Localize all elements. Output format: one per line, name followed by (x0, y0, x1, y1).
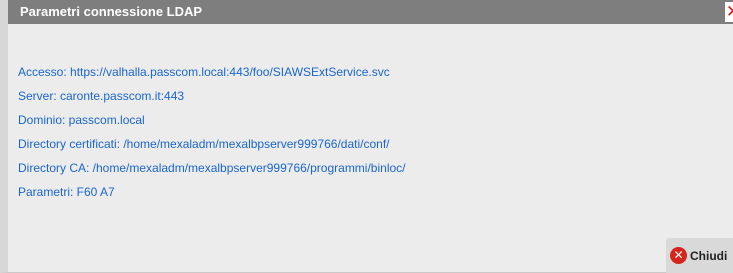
close-button[interactable]: ✕ Chiudi (666, 238, 733, 273)
close-button-label: Chiudi (690, 248, 728, 263)
info-access: Accesso: https://valhalla.passcom.local:… (18, 65, 390, 79)
info-ca-directory: Directory CA: /home/mexaladm/mexalbpserv… (18, 161, 406, 175)
info-domain: Dominio: passcom.local (18, 113, 145, 127)
close-circle-icon: ✕ (670, 247, 687, 264)
ldap-dialog: Parametri connessione LDAP ✕ Accesso: ht… (0, 0, 733, 273)
close-x-icon[interactable]: ✕ (725, 2, 733, 22)
window-title: Parametri connessione LDAP (20, 4, 203, 19)
title-bar: Parametri connessione LDAP ✕ (8, 0, 733, 24)
info-server: Server: caronte.passcom.it:443 (18, 89, 185, 103)
info-cert-directory: Directory certificati: /home/mexaladm/me… (18, 137, 390, 151)
info-parameters: Parametri: F60 A7 (18, 185, 115, 199)
connection-info: Accesso: https://valhalla.passcom.local:… (18, 60, 733, 204)
